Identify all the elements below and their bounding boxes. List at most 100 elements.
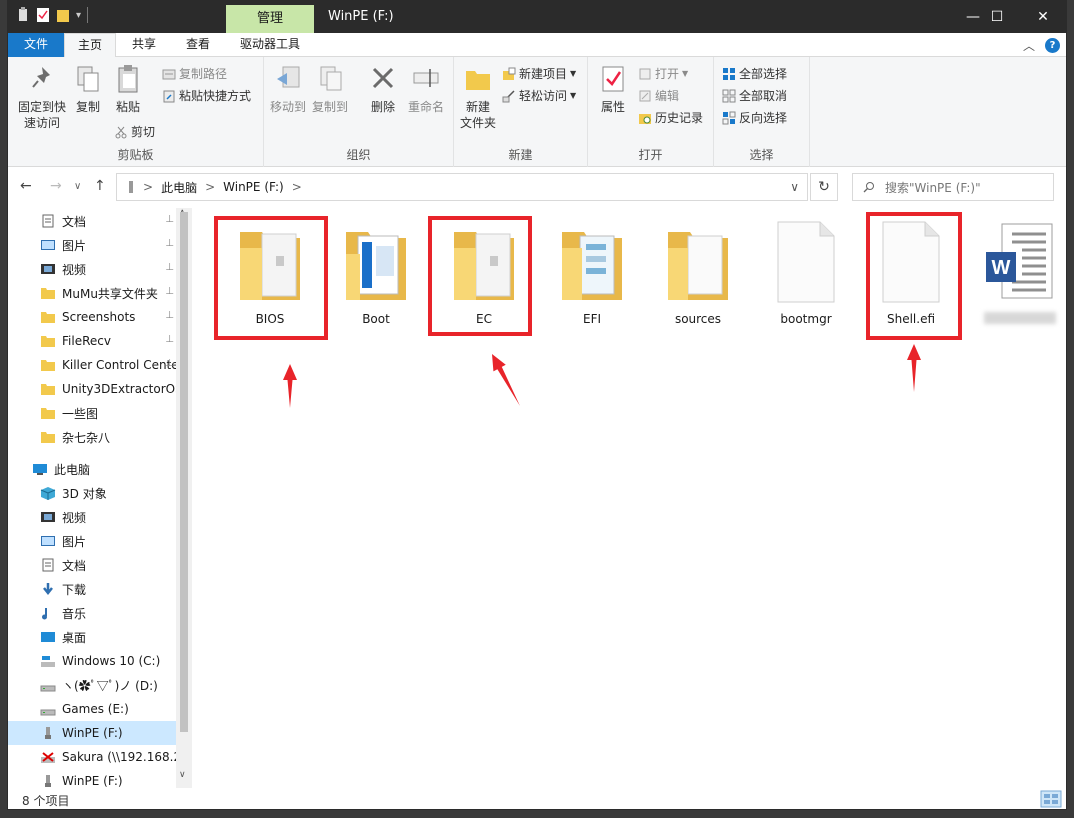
properties-button[interactable]: 属性	[596, 63, 630, 115]
address-dropdown-button[interactable]: ∨	[790, 180, 799, 194]
properties-label: 属性	[600, 100, 625, 114]
ribbon-tabs: 文件 主页 共享 查看 驱动器工具 ︿ ?	[8, 33, 1066, 58]
qat-dropdown-icon[interactable]: ▾	[76, 10, 81, 21]
help-button[interactable]: ?	[1045, 38, 1060, 53]
nav-quick-item[interactable]: 视频 ⊥	[8, 257, 176, 281]
nav-pc-item[interactable]: 3D 对象	[8, 481, 176, 505]
tab-share[interactable]: 共享	[118, 33, 170, 57]
red-arrow-icon	[492, 354, 520, 406]
new-folder-button[interactable]: 新建 文件夹	[458, 63, 498, 131]
copy-button[interactable]: 复制	[70, 63, 106, 115]
properties-icon[interactable]	[16, 7, 30, 23]
tab-view[interactable]: 查看	[172, 33, 224, 57]
pin-label-2: 速访问	[23, 116, 60, 130]
nav-pc-item[interactable]: WinPE (F:)	[8, 769, 176, 788]
address-bar[interactable]: > 此电脑 > WinPE (F:) > ∨	[116, 173, 808, 201]
forward-button[interactable]: →	[50, 178, 62, 194]
open-button[interactable]: 打开 ▼	[638, 65, 688, 82]
refresh-button[interactable]: ↻	[810, 173, 838, 201]
easy-access-label: 轻松访问	[519, 89, 568, 103]
ribbon-controls: ︿ ?	[1023, 37, 1060, 54]
history-label: 历史记录	[655, 111, 704, 125]
nav-quick-item[interactable]: 图片 ⊥	[8, 233, 176, 257]
nav-pc-item[interactable]: 音乐	[8, 601, 176, 625]
nav-pc-item[interactable]: 视频	[8, 505, 176, 529]
folder-icon	[41, 360, 55, 371]
up-button[interactable]: ↑	[94, 178, 106, 194]
nav-quick-item[interactable]: FileRecv ⊥	[8, 329, 176, 353]
close-button[interactable]: ✕	[1020, 1, 1066, 33]
nav-pc-item[interactable]: 图片	[8, 529, 176, 553]
paste-button[interactable]: 粘贴	[110, 63, 146, 115]
search-input[interactable]: 搜索"WinPE (F:)"	[852, 173, 1054, 201]
recent-locations-button[interactable]: ∨	[74, 181, 81, 192]
tab-home[interactable]: 主页	[64, 33, 116, 58]
checklist-icon[interactable]	[36, 7, 50, 23]
pin-icon[interactable]: ⊥	[165, 262, 174, 273]
new-folder-icon[interactable]	[56, 7, 70, 23]
easy-access-icon	[502, 89, 515, 102]
breadcrumb-this-pc[interactable]: 此电脑	[161, 179, 197, 196]
rename-button[interactable]: 重命名	[404, 63, 448, 115]
nav-quick-item[interactable]: Unity3DExtractorOS	[8, 377, 176, 401]
scroll-down-button[interactable]: ∨	[179, 770, 186, 780]
pin-icon[interactable]: ⊥	[165, 286, 174, 297]
tab-file[interactable]: 文件	[8, 33, 64, 57]
nav-scroll-thumb[interactable]	[180, 212, 188, 732]
history-button[interactable]: 历史记录	[638, 109, 703, 126]
nav-pc-item[interactable]: WinPE (F:)	[8, 721, 176, 745]
network-icon	[41, 752, 55, 763]
nav-pc-item[interactable]: 桌面	[8, 625, 176, 649]
paste-shortcut-button[interactable]: 粘贴快捷方式	[162, 87, 251, 104]
select-all-icon	[723, 67, 735, 80]
nav-quick-item[interactable]: 杂七杂八	[8, 425, 176, 449]
select-none-label: 全部取消	[739, 89, 788, 103]
copy-to-button[interactable]: 复制到	[310, 63, 350, 115]
desktop-icon	[41, 632, 55, 642]
copy-path-button[interactable]: 复制路径	[162, 65, 227, 82]
nav-pc-item[interactable]: Sakura (\\192.168.2	[8, 745, 176, 769]
nav-quick-item[interactable]: 文档 ⊥	[8, 209, 176, 233]
group-clipboard: 固定到快 速访问 复制 粘贴 复制路径 粘贴快捷方式 剪切 剪贴板	[8, 57, 264, 167]
folder-icon	[41, 384, 55, 395]
collapse-ribbon-button[interactable]: ︿	[1023, 37, 1035, 54]
select-none-button[interactable]: 全部取消	[722, 87, 787, 104]
edit-button[interactable]: 编辑	[638, 87, 679, 104]
delete-x-icon	[372, 67, 394, 89]
invert-selection-button[interactable]: 反向选择	[722, 109, 787, 126]
tab-manage[interactable]: 管理	[226, 5, 314, 33]
nav-quick-item[interactable]: Screenshots ⊥	[8, 305, 176, 329]
copy-icon	[77, 66, 99, 92]
tab-drive-tools[interactable]: 驱动器工具	[226, 33, 314, 57]
new-item-icon	[503, 67, 516, 80]
nav-item-label: 下载	[62, 582, 87, 597]
nav-quick-item[interactable]: Killer Control Cente ⊥	[8, 353, 176, 377]
easy-access-button[interactable]: 轻松访问 ▼	[502, 87, 576, 104]
maximize-button[interactable]: ☐	[974, 1, 1020, 33]
pin-quick-access-button[interactable]: 固定到快 速访问	[14, 63, 70, 131]
back-button[interactable]: ←	[20, 178, 32, 194]
pin-icon[interactable]: ⊥	[165, 214, 174, 225]
move-to-button[interactable]: 移动到	[268, 63, 308, 115]
breadcrumb-winpe[interactable]: WinPE (F:)	[223, 180, 284, 194]
copy-path-icon	[162, 69, 176, 79]
nav-quick-item[interactable]: MuMu共享文件夹 ⊥	[8, 281, 176, 305]
pin-icon[interactable]: ⊥	[165, 334, 174, 345]
pin-icon[interactable]: ⊥	[165, 358, 174, 369]
nav-pc-item[interactable]: ヽ(✿ﾟ▽ﾟ)ノ (D:)	[8, 673, 176, 697]
nav-pc-item[interactable]: 下载	[8, 577, 176, 601]
select-all-button[interactable]: 全部选择	[722, 65, 787, 82]
large-icons-view-icon[interactable]	[1040, 790, 1062, 808]
new-item-button[interactable]: 新建项目 ▼	[502, 65, 576, 82]
pin-icon[interactable]: ⊥	[165, 310, 174, 321]
nav-this-pc[interactable]: 此电脑	[8, 457, 176, 481]
nav-pc-item[interactable]: 文档	[8, 553, 176, 577]
nav-pc-item[interactable]: Games (E:)	[8, 697, 176, 721]
breadcrumb-sep-0: >	[143, 180, 154, 194]
pin-icon[interactable]: ⊥	[165, 238, 174, 249]
nav-quick-item[interactable]: 一些图	[8, 401, 176, 425]
delete-button[interactable]: 删除	[366, 63, 400, 115]
cut-button[interactable]: 剪切	[114, 123, 155, 140]
new-item-label: 新建项目	[519, 67, 568, 81]
nav-pc-item[interactable]: Windows 10 (C:)	[8, 649, 176, 673]
